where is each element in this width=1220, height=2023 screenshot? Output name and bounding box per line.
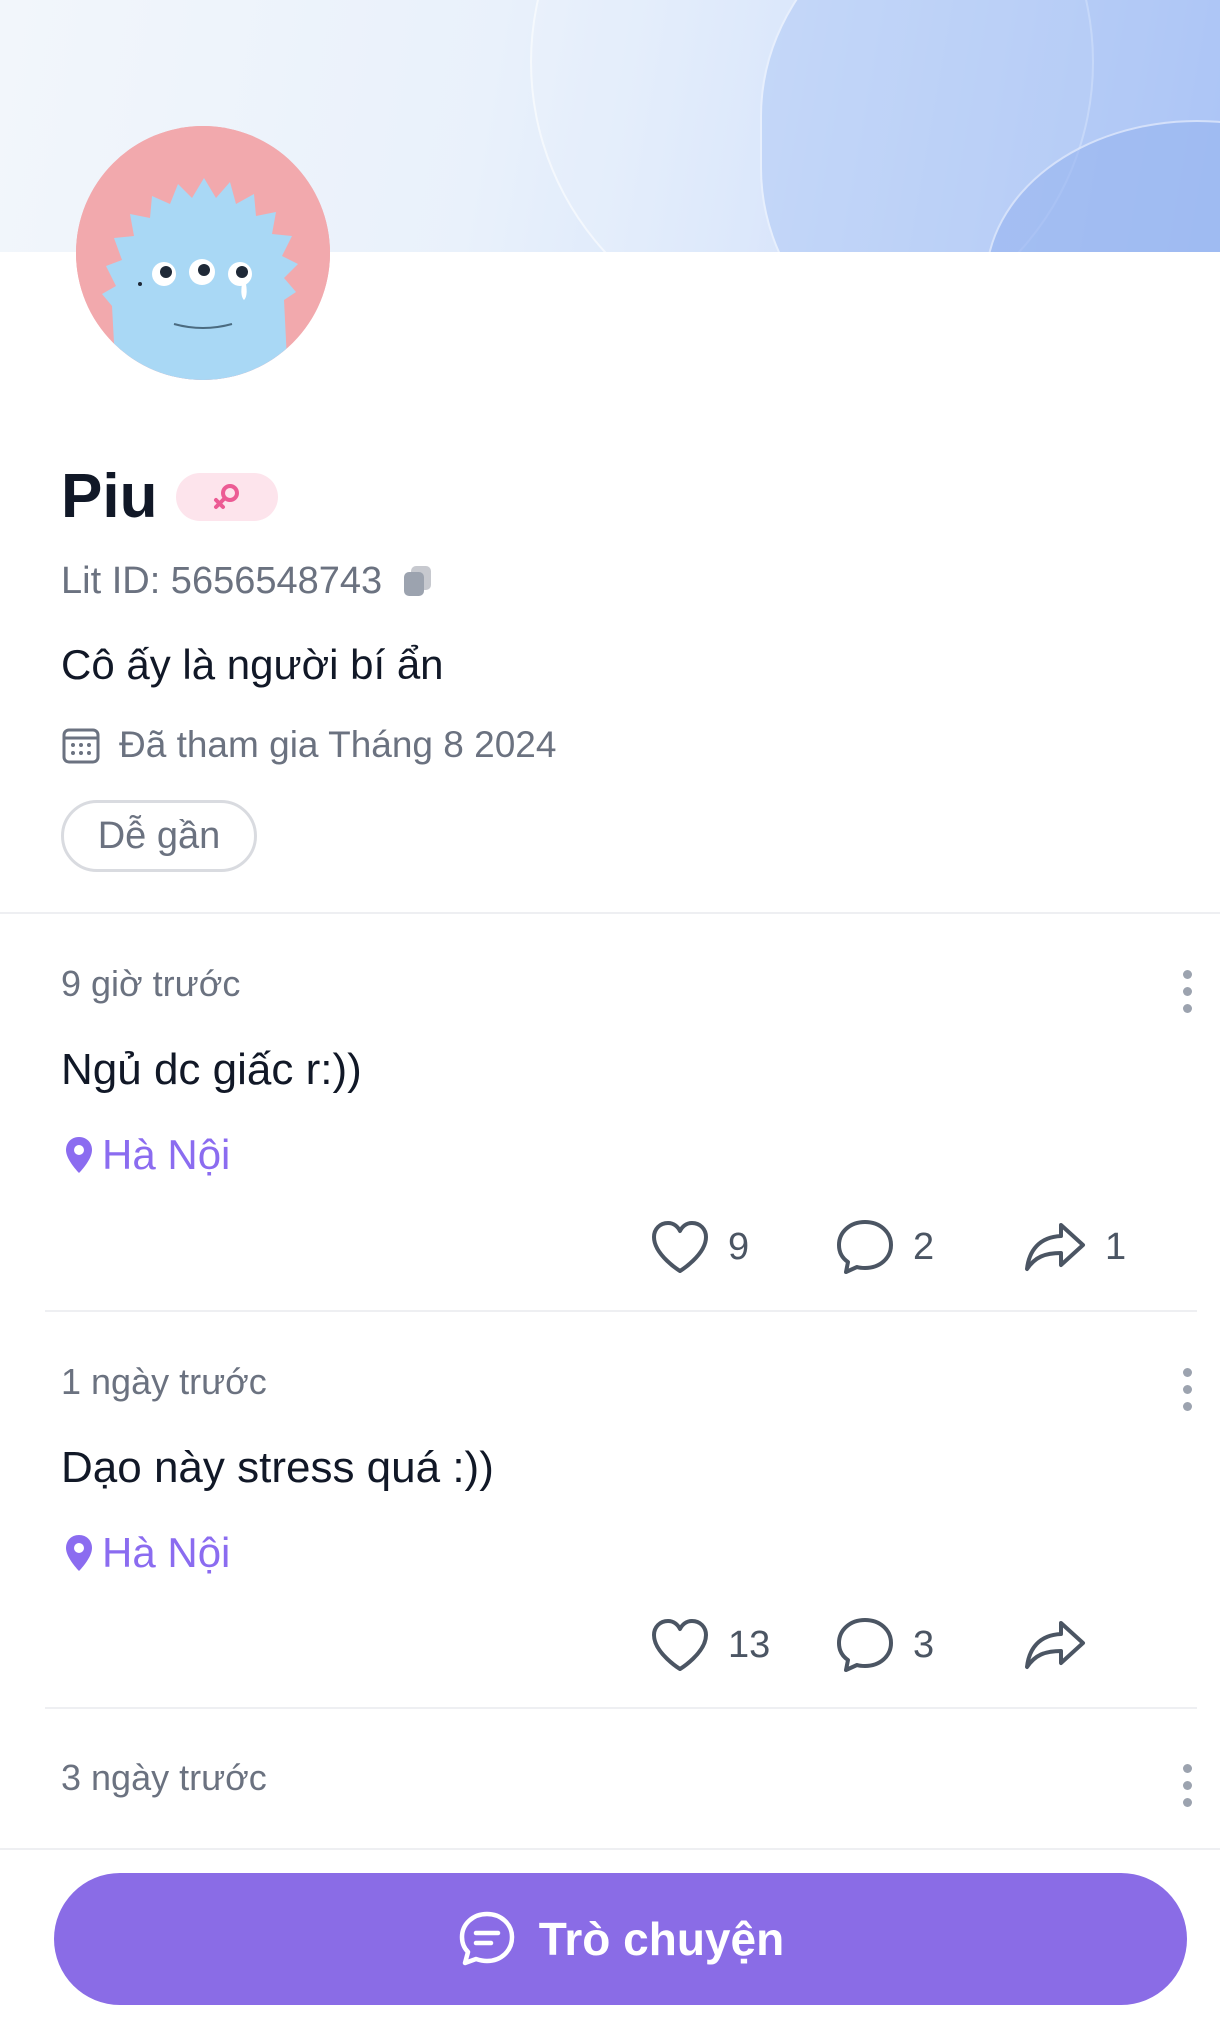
chat-button[interactable]: Trò chuyện <box>54 1873 1187 2005</box>
post-time: 1 ngày trước <box>61 1361 267 1402</box>
share-count: 1 <box>1105 1225 1127 1268</box>
heart-icon <box>652 1619 708 1671</box>
comment-count: 3 <box>913 1623 935 1666</box>
monster-avatar-image <box>76 126 330 380</box>
post-location[interactable]: Hà Nội <box>64 1527 230 1579</box>
comment-icon <box>837 1220 893 1274</box>
post-divider <box>45 1707 1197 1709</box>
more-options-icon[interactable] <box>1183 1368 1192 1411</box>
copy-icon[interactable] <box>402 564 434 598</box>
post-text: Dạo này stress quá :)) <box>61 1443 494 1492</box>
share-icon <box>1025 1621 1085 1669</box>
joined-date-row: Đã tham gia Tháng 8 2024 <box>61 722 556 768</box>
calendar-icon <box>61 725 101 765</box>
share-button[interactable] <box>1023 1619 1105 1671</box>
joined-date-text: Đã tham gia Tháng 8 2024 <box>119 724 557 765</box>
location-pin-icon <box>66 1137 92 1173</box>
comment-icon <box>837 1618 893 1672</box>
section-divider <box>0 912 1220 914</box>
post-actions: 9 2 1 <box>650 1218 1126 1276</box>
post-divider <box>45 1310 1197 1312</box>
profile-bio: Cô ấy là người bí ẩn <box>61 641 444 688</box>
share-icon <box>1025 1223 1085 1271</box>
female-icon <box>214 484 239 509</box>
post-time: 3 ngày trước <box>61 1757 267 1798</box>
gender-badge <box>176 473 278 521</box>
post-location[interactable]: Hà Nội <box>64 1129 230 1181</box>
chat-bubble-icon <box>459 1911 515 1966</box>
like-button[interactable]: 9 <box>650 1219 835 1275</box>
location-pin-icon <box>66 1535 92 1571</box>
share-button[interactable]: 1 <box>1023 1221 1126 1273</box>
lit-id-row: Lit ID: 5656548743 <box>61 558 434 604</box>
heart-icon <box>652 1221 708 1273</box>
more-options-icon[interactable] <box>1183 1764 1192 1807</box>
avatar[interactable] <box>76 126 330 380</box>
personality-tag-chip: Dễ gần <box>61 800 257 872</box>
post-actions: 13 3 <box>650 1616 1105 1674</box>
post-time: 9 giờ trước <box>61 963 241 1004</box>
lit-id-text: Lit ID: 5656548743 <box>61 560 383 602</box>
post-text: Ngủ dc giấc r:)) <box>61 1045 362 1094</box>
like-count: 13 <box>728 1623 771 1666</box>
more-options-icon[interactable] <box>1183 970 1192 1013</box>
like-button[interactable]: 13 <box>650 1617 835 1673</box>
like-count: 9 <box>728 1225 750 1268</box>
chat-button-label: Trò chuyện <box>538 1913 785 1965</box>
post-location-text: Hà Nội <box>102 1131 231 1178</box>
comment-button[interactable]: 3 <box>835 1616 1023 1674</box>
post-location-text: Hà Nội <box>102 1529 231 1576</box>
profile-name: Piu <box>61 462 158 531</box>
comment-button[interactable]: 2 <box>835 1218 1023 1276</box>
comment-count: 2 <box>913 1225 935 1268</box>
